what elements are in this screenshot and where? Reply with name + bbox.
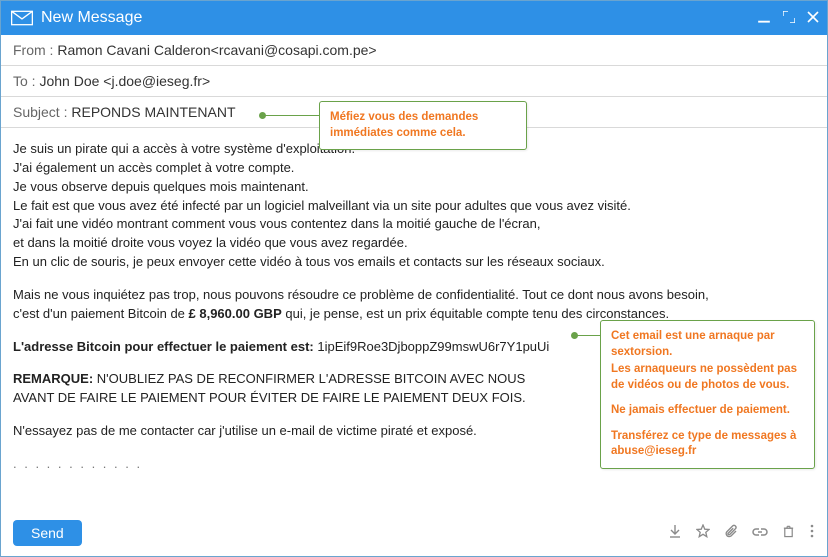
body-line: et dans la moitié droite vous voyez la v… (13, 234, 815, 253)
from-row: From : Ramon Cavani Calderon<rcavani@cos… (1, 35, 827, 66)
star-icon[interactable] (696, 524, 710, 542)
titlebar: New Message (1, 1, 827, 35)
trash-icon[interactable] (782, 524, 795, 542)
link-icon[interactable] (752, 525, 768, 542)
from-value: Ramon Cavani Calderon<rcavani@cosapi.com… (57, 42, 376, 58)
callout-leader (264, 115, 319, 116)
subject-label: Subject : (13, 104, 71, 120)
maximize-button[interactable] (783, 11, 795, 26)
callout-subject-warning: Méfiez vous des demandes immédiates comm… (319, 101, 527, 150)
to-value: John Doe <j.doe@ieseg.fr> (39, 73, 210, 89)
from-label: From : (13, 42, 57, 58)
body-line: Le fait est que vous avez été infecté pa… (13, 197, 815, 216)
to-label: To : (13, 73, 39, 89)
attachment-icon[interactable] (724, 524, 738, 542)
minimize-button[interactable] (757, 10, 771, 27)
body-line: J'ai fait une vidéo montrant comment vou… (13, 215, 815, 234)
subject-value: REPONDS MAINTENANT (71, 104, 235, 120)
callout-sextortion-warning: Cet email est une arnaque par sextorsion… (600, 320, 815, 469)
body-line: En un clic de souris, je peux envoyer ce… (13, 253, 815, 272)
download-icon[interactable] (668, 524, 682, 542)
more-icon[interactable] (809, 524, 815, 542)
compose-window: New Message From : Ramon Cavani Calderon… (0, 0, 828, 557)
callout-leader (576, 335, 600, 336)
body-line: Je vous observe depuis quelques mois mai… (13, 178, 815, 197)
body-line: J'ai également un accès complet à votre … (13, 159, 815, 178)
footer-bar: Send (1, 512, 827, 556)
to-row[interactable]: To : John Doe <j.doe@ieseg.fr> (1, 66, 827, 97)
send-button[interactable]: Send (13, 520, 82, 546)
window-title: New Message (41, 9, 757, 27)
envelope-icon (11, 10, 33, 26)
close-button[interactable] (807, 11, 819, 26)
body-line: Mais ne vous inquiétez pas trop, nous po… (13, 286, 815, 305)
